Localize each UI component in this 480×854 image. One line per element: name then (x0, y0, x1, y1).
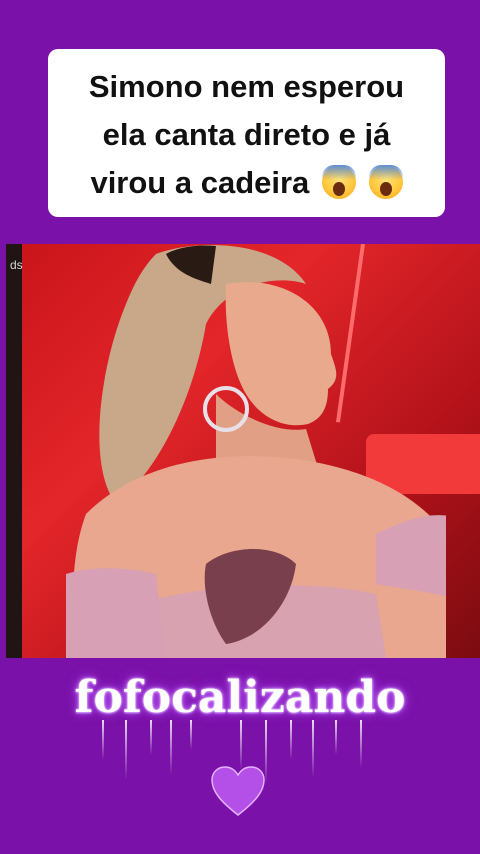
sparkle-line (290, 720, 292, 760)
sparkle-line (240, 720, 242, 770)
sparkle-line (150, 720, 152, 755)
video-left-edge (6, 244, 22, 658)
video-corner-mark: ds (10, 258, 23, 272)
video-frame[interactable]: ds (6, 244, 480, 658)
sparkle-line (335, 720, 337, 755)
purple-heart-icon (211, 766, 265, 816)
sparkle-line (360, 720, 362, 768)
sparkle-line (170, 720, 172, 775)
caption-box: Simono nem esperou ela canta direto e já… (48, 49, 445, 217)
singer-figure (66, 245, 446, 658)
story-page: Simono nem esperou ela canta direto e já… (0, 0, 480, 854)
sparkle-line (312, 720, 314, 778)
sparkle-line (125, 720, 127, 780)
caption-line-3: virou a cadeira (66, 159, 427, 207)
caption-line-2: ela canta direto e já (102, 117, 391, 152)
brand-name: fofocalizando (74, 672, 406, 723)
caption-line-3-text: virou a cadeira (90, 165, 310, 200)
caption-line-1: Simono nem esperou (88, 69, 405, 104)
sparkle-line (102, 720, 104, 760)
face-screaming-in-fear-icon (321, 165, 356, 199)
sparkle-line (190, 720, 192, 750)
face-screaming-in-fear-icon (368, 165, 403, 199)
